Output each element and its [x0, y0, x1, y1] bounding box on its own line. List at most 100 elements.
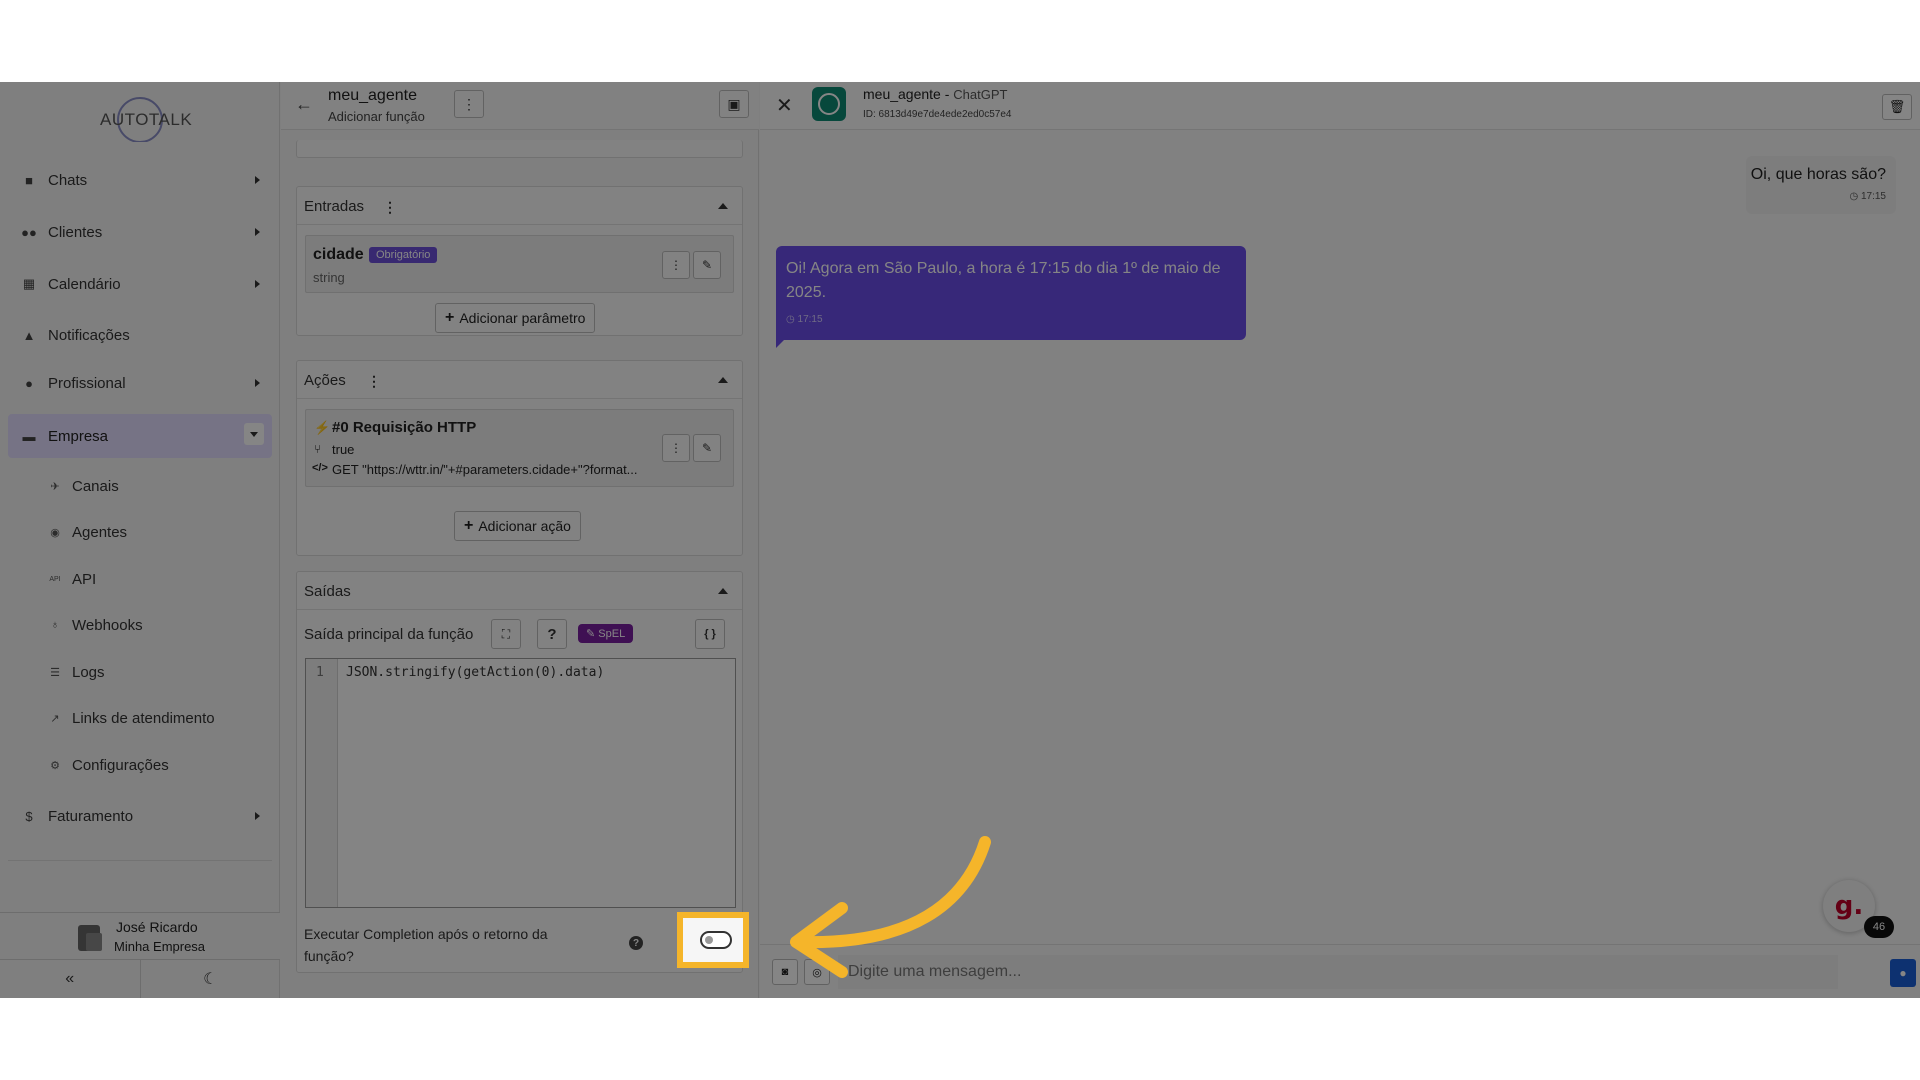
completion-label: Executar Completion após o retorno da fu… — [304, 926, 548, 964]
help-button[interactable]: ? — [537, 619, 567, 649]
double-chevron-left-icon: « — [65, 970, 75, 987]
kebab-icon[interactable]: ⋮ — [367, 373, 381, 390]
sidebar-subitem-configuracoes[interactable]: ⚙ Configurações — [48, 749, 268, 781]
back-arrow-icon[interactable]: ← — [295, 94, 313, 115]
sidebar-item-notificacoes[interactable]: ▲ Notificações — [8, 315, 272, 355]
question-icon: ? — [547, 625, 557, 643]
toggle-knob — [705, 936, 713, 944]
delete-chat-button[interactable]: 🗑 — [1882, 94, 1912, 120]
sidebar-subitem-webhooks[interactable]: ♁ Webhooks — [48, 609, 268, 641]
editor-header: ← meu_agente Adicionar função ⋮ ▣ — [281, 82, 759, 130]
braces-button[interactable]: { } — [695, 619, 725, 649]
expand-icon: ⛶ — [501, 626, 511, 641]
microphone-button[interactable]: ● — [1890, 959, 1916, 987]
chevron-right-icon — [255, 280, 260, 288]
bell-icon: ▲ — [22, 327, 36, 343]
action-condition: true — [332, 442, 355, 457]
sidebar-subitem-canais[interactable]: ✈ Canais — [48, 470, 268, 502]
question-circle-icon[interactable]: ? — [629, 936, 643, 950]
spel-badge[interactable]: ✎ SpEL — [578, 624, 634, 643]
agent-id: ID: 6813d49e7de4ede2ed0c57e4 — [863, 109, 1012, 120]
add-action-label: Adicionar ação — [478, 518, 571, 534]
action-menu-button[interactable]: ⋮ — [662, 434, 690, 462]
chevron-down-icon[interactable] — [244, 423, 264, 445]
sidebar-subitem-label: Configurações — [72, 756, 169, 774]
save-button[interactable]: ▣ — [719, 90, 749, 118]
sidebar: AUTOTALK ■ Chats ●● Clientes ▦ Calendári… — [0, 82, 280, 998]
previous-card — [296, 140, 743, 158]
chevron-up-icon[interactable] — [718, 203, 728, 209]
user-company: Minha Empresa — [114, 939, 206, 954]
kebab-icon[interactable]: ⋮ — [383, 199, 397, 216]
param-name: cidade — [313, 246, 364, 263]
sidebar-subitem-agentes[interactable]: ◉ Agentes — [48, 516, 268, 548]
sidebar-item-chats[interactable]: ■ Chats — [8, 160, 272, 200]
bolt-icon: ⚡ — [314, 420, 331, 435]
agent-title: meu_agente - ChatGPT — [863, 86, 1008, 102]
chat-header: ✕ meu_agente - ChatGPT ID: 6813d49e7de4e… — [760, 82, 1920, 130]
branch-icon: ⑂ — [314, 442, 322, 456]
support-widget-count: 46 — [1864, 916, 1894, 938]
action-edit-button[interactable]: ✎ — [693, 434, 721, 462]
completion-toggle-highlight — [677, 912, 749, 968]
api-icon: API — [49, 575, 61, 583]
sidebar-item-label: Profissional — [48, 374, 126, 392]
fullscreen-button[interactable]: ⛶ — [491, 619, 521, 649]
kebab-icon: ⋮ — [670, 258, 682, 272]
action-request: GET "https://wttr.in/"+#parameters.cidad… — [332, 462, 638, 477]
add-action-button[interactable]: + Adicionar ação — [454, 511, 581, 541]
message-incoming: Oi! Agora em São Paulo, a hora é 17:15 d… — [776, 246, 1246, 348]
moon-icon: ☾ — [203, 971, 218, 988]
param-edit-button[interactable]: ✎ — [693, 251, 721, 279]
external-link-icon: ↗ — [50, 712, 60, 725]
sidebar-item-clientes[interactable]: ●● Clientes — [8, 212, 272, 252]
sidebar-item-profissional[interactable]: ● Profissional — [8, 363, 272, 403]
dollar-icon: $ — [25, 808, 33, 824]
sidebar-item-empresa[interactable]: ▬ Empresa — [8, 414, 272, 458]
gear-icon: ⚙ — [50, 759, 60, 772]
dark-mode-button[interactable]: ☾ — [141, 960, 281, 998]
close-icon[interactable]: ✕ — [776, 93, 793, 118]
editor-menu-button[interactable]: ⋮ — [454, 90, 484, 118]
inputs-card-header[interactable]: Entradas ⋮ — [297, 187, 742, 225]
line-gutter: 1 — [306, 659, 338, 907]
completion-toggle[interactable] — [700, 931, 732, 949]
main-output-label: Saída principal da função — [304, 626, 474, 643]
user-profile[interactable]: José Ricardo Minha Empresa — [0, 912, 280, 960]
sidebar-divider — [8, 860, 272, 861]
pencil-icon: ✎ — [701, 258, 713, 272]
outputs-card-header[interactable]: Saídas — [297, 572, 742, 610]
autotalk-logo[interactable]: AUTOTALK — [100, 92, 193, 142]
chat-bubble-icon: ■ — [25, 172, 33, 188]
actions-title: Ações — [304, 372, 346, 389]
sidebar-subitem-api[interactable]: API API — [48, 563, 268, 595]
function-editor-panel: ← meu_agente Adicionar função ⋮ ▣ Entrad… — [281, 82, 759, 998]
inputs-card: Entradas ⋮ cidade Obrigatório string ⋮ ✎… — [296, 186, 743, 336]
logo-text: AUTOTALK — [100, 110, 193, 129]
users-icon: ●● — [21, 224, 37, 240]
sidebar-item-calendario[interactable]: ▦ Calendário — [8, 264, 272, 304]
collapse-sidebar-button[interactable]: « — [0, 960, 141, 998]
save-icon: ▣ — [727, 95, 741, 112]
param-type: string — [313, 270, 345, 285]
sidebar-bottom-bar: « ☾ — [0, 960, 280, 998]
kebab-icon: ⋮ — [670, 441, 682, 455]
sidebar-item-label: Faturamento — [48, 807, 134, 825]
actions-card-header[interactable]: Ações ⋮ — [297, 361, 742, 399]
kebab-icon: ⋮ — [462, 95, 476, 112]
sidebar-subitem-links[interactable]: ↗ Links de atendimento — [48, 702, 268, 734]
sidebar-subitem-logs[interactable]: ☰ Logs — [48, 656, 268, 688]
sidebar-item-faturamento[interactable]: $ Faturamento — [8, 796, 272, 836]
building-icon: ▬ — [22, 428, 36, 444]
code-editor[interactable]: 1 JSON.stringify(getAction(0).data) — [305, 658, 736, 908]
add-parameter-button[interactable]: + Adicionar parâmetro — [435, 303, 596, 333]
agent-model: ChatGPT — [953, 87, 1008, 102]
chevron-right-icon — [255, 176, 260, 184]
code-icon: </> — [312, 462, 328, 474]
pointer-arrow-icon — [790, 836, 991, 978]
chevron-up-icon[interactable] — [718, 377, 728, 383]
param-menu-button[interactable]: ⋮ — [662, 251, 690, 279]
webhook-icon: ♁ — [50, 619, 60, 631]
chevron-up-icon[interactable] — [718, 588, 728, 594]
page-subtitle: Adicionar função — [328, 109, 425, 124]
